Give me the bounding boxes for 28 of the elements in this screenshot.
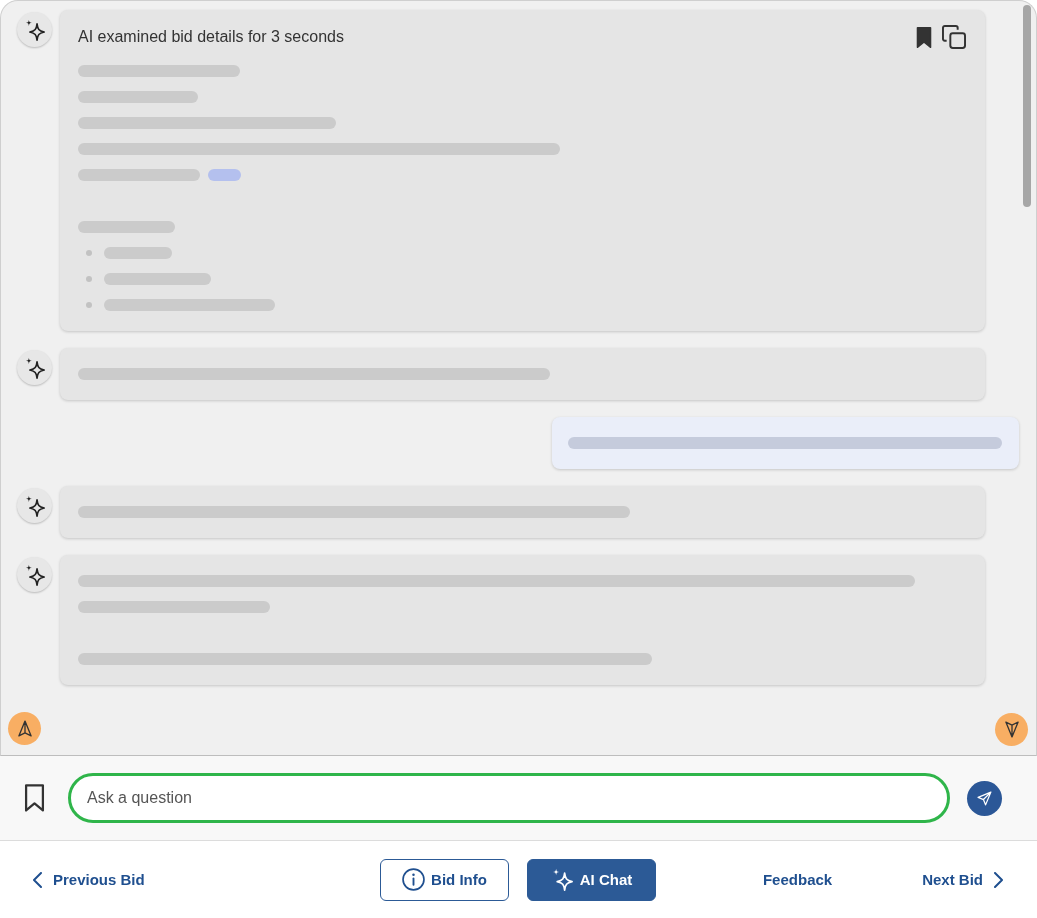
sparkle-avatar-icon [17,350,52,385]
info-icon [402,868,426,891]
blurred-text [104,247,172,259]
message-title: AI examined bid details for 3 seconds [78,28,344,46]
chevron-left-icon [33,871,42,888]
previous-bid-link[interactable]: Previous Bid [33,871,145,888]
chevron-right-icon [994,871,1003,888]
bullet-icon [86,250,92,256]
copy-icon[interactable] [942,25,966,49]
scrollbar-thumb[interactable] [1023,5,1031,207]
nav-tab[interactable]: Bid Info [380,858,509,901]
bullet-icon [86,276,92,282]
send-button[interactable] [967,780,1002,816]
bookmark-icon[interactable] [915,26,933,48]
feedback-link[interactable]: Feedback [762,871,833,888]
nav-tab[interactable]: AI Chat [527,858,656,901]
navigation-arrow-up-icon [17,720,32,737]
navigation-arrow-down-icon [1004,721,1019,738]
send-icon [976,789,993,807]
bookmark-filter-icon[interactable] [23,784,46,812]
question-input-field[interactable]: Ask a question [68,773,950,823]
bullet-icon [86,302,92,308]
sparkle-avatar-icon [17,12,52,47]
scroll-down-button[interactable] [995,713,1028,746]
sparkle-avatar-icon [17,488,52,523]
sparkle-avatar-icon [17,557,52,592]
scroll-up-button[interactable] [8,712,41,745]
next-bid-link[interactable]: Next Bid [922,871,1003,888]
